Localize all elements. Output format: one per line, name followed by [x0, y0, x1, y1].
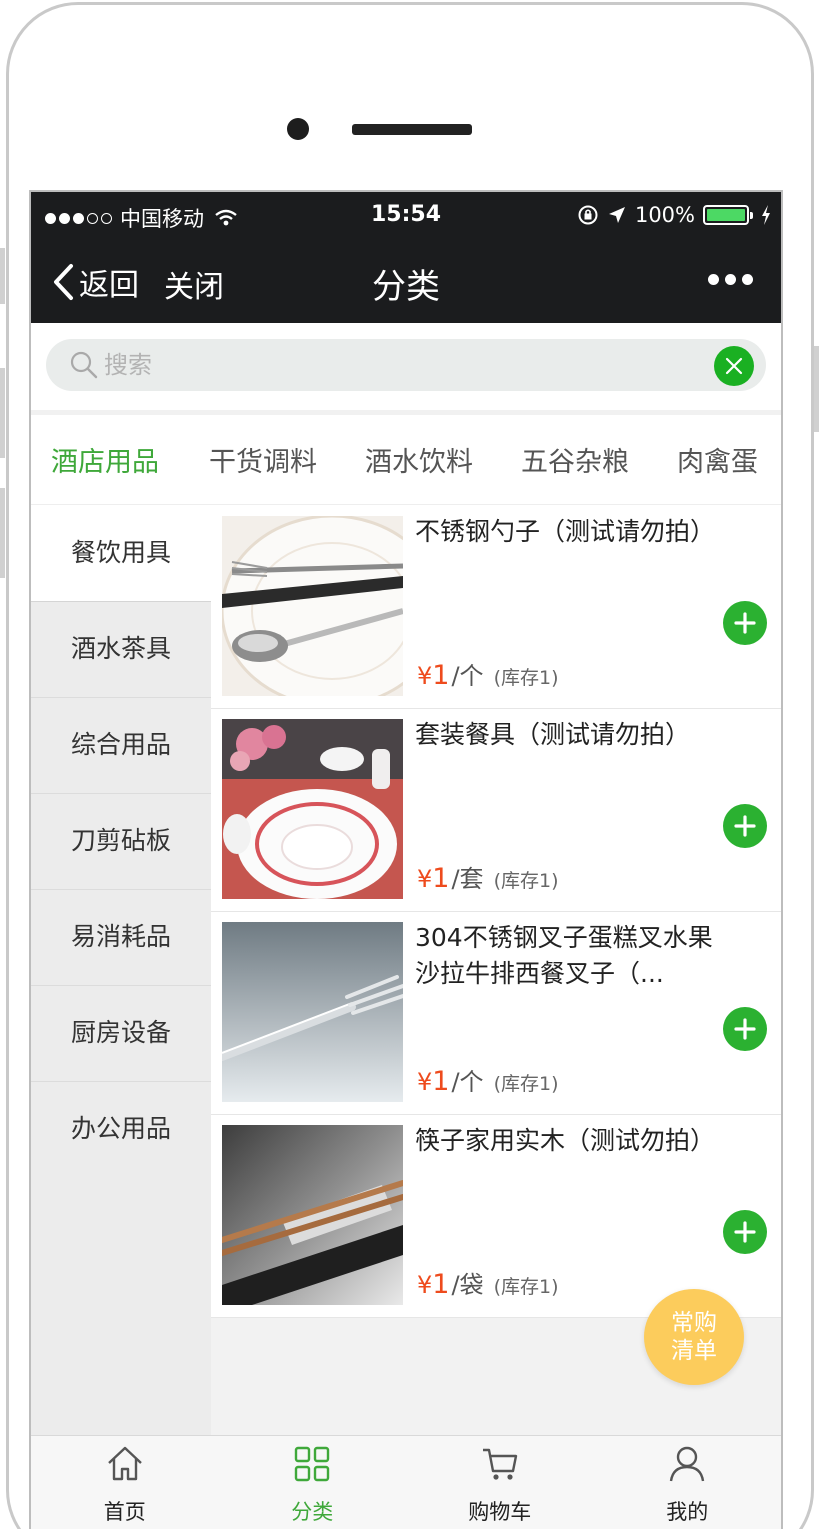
- tab-cart[interactable]: 购物车: [406, 1436, 594, 1529]
- tab-drinks[interactable]: 酒水饮料: [337, 440, 493, 479]
- tab-grains[interactable]: 五谷杂粮: [493, 440, 649, 479]
- phone-side-button: [0, 248, 5, 304]
- navigation-bar: 返回 关闭 分类: [31, 242, 781, 323]
- location-arrow-icon: [607, 205, 627, 225]
- product-item[interactable]: 筷子家用实木（测试勿拍） ¥ 1 /袋 (库存1): [211, 1115, 781, 1318]
- product-price: ¥ 1 /个 (库存1): [417, 656, 558, 691]
- grid-icon: [292, 1444, 332, 1484]
- price-value: 1: [432, 1269, 450, 1300]
- phone-volume-up-button: [0, 368, 5, 458]
- sidebar-item-knives-boards[interactable]: 刀剪砧板: [31, 794, 211, 890]
- product-item[interactable]: 套装餐具（测试请勿拍） ¥ 1 /套 (库存1): [211, 709, 781, 912]
- more-options-button[interactable]: [708, 274, 753, 285]
- tab-category[interactable]: 分类: [219, 1436, 407, 1529]
- tab-category-label: 分类: [291, 1500, 334, 1524]
- add-to-cart-button[interactable]: [723, 804, 767, 848]
- battery-icon: [703, 205, 753, 225]
- user-icon: [667, 1444, 707, 1484]
- product-item[interactable]: 不锈钢勺子（测试请勿拍） ¥ 1 /个 (库存1): [211, 506, 781, 709]
- cart-icon: [480, 1444, 520, 1484]
- price-value: 1: [432, 1066, 450, 1097]
- plus-icon: [734, 612, 756, 634]
- sidebar-item-drinkware[interactable]: 酒水茶具: [31, 602, 211, 698]
- earpiece-speaker: [352, 124, 472, 135]
- stock-count: (库存1): [493, 1276, 559, 1298]
- status-right: 100%: [577, 203, 771, 227]
- tab-home-label: 首页: [103, 1500, 146, 1524]
- tab-hotel-supplies[interactable]: 酒店用品: [31, 440, 179, 479]
- charging-bolt-icon: [761, 205, 771, 225]
- close-icon: [725, 357, 743, 375]
- sidebar-item-office[interactable]: 办公用品: [31, 1082, 211, 1178]
- currency-symbol: ¥: [417, 662, 433, 690]
- product-image-chopsticks: [222, 1125, 403, 1305]
- currency-symbol: ¥: [417, 1068, 433, 1096]
- more-dot-icon: [708, 274, 719, 285]
- front-camera: [287, 118, 309, 140]
- price-value: 1: [432, 660, 450, 691]
- bottom-tab-bar: 首页 分类 购物车 我的: [31, 1435, 781, 1529]
- more-dot-icon: [742, 274, 753, 285]
- product-name[interactable]: 304不锈钢叉子蛋糕叉水果沙拉牛排西餐叉子（...: [415, 920, 731, 992]
- add-to-cart-button[interactable]: [723, 1007, 767, 1051]
- price-unit: /套: [451, 865, 484, 893]
- currency-symbol: ¥: [417, 865, 433, 893]
- search-input[interactable]: [104, 347, 684, 383]
- phone-screen: 中国移动 15:54 100% 返回 关闭 分类 搜索 酒店用品 干货调料 酒水…: [29, 190, 783, 1529]
- sidebar-item-consumables[interactable]: 易消耗品: [31, 890, 211, 986]
- product-name[interactable]: 套装餐具（测试请勿拍）: [415, 717, 731, 753]
- price-unit: /个: [451, 1068, 484, 1096]
- product-image-dinnerware-set: [222, 719, 403, 899]
- tab-profile[interactable]: 我的: [594, 1436, 782, 1529]
- stock-count: (库存1): [493, 870, 559, 892]
- clear-search-button[interactable]: [714, 346, 754, 386]
- home-icon: [105, 1444, 145, 1484]
- add-to-cart-button[interactable]: [723, 1210, 767, 1254]
- search-icon: [70, 351, 98, 383]
- add-to-cart-button[interactable]: [723, 601, 767, 645]
- stock-count: (库存1): [493, 667, 559, 689]
- category-tabs: 酒店用品 干货调料 酒水饮料 五谷杂粮 肉禽蛋: [31, 415, 781, 505]
- sidebar-item-kitchen-equipment[interactable]: 厨房设备: [31, 986, 211, 1082]
- product-image-spoon: [222, 516, 403, 696]
- product-price: ¥ 1 /个 (库存1): [417, 1062, 558, 1097]
- product-price: ¥ 1 /袋 (库存1): [417, 1265, 558, 1300]
- tab-cart-label: 购物车: [468, 1500, 532, 1524]
- product-image-fork: [222, 922, 403, 1102]
- tab-dried-seasonings[interactable]: 干货调料: [179, 440, 337, 479]
- plus-icon: [734, 1221, 756, 1243]
- fab-label-line1: 常购: [671, 1310, 717, 1336]
- tab-profile-label: 我的: [666, 1500, 709, 1524]
- price-unit: /个: [451, 662, 484, 690]
- more-dot-icon: [725, 274, 736, 285]
- product-name[interactable]: 不锈钢勺子（测试请勿拍）: [415, 514, 731, 550]
- rotation-lock-icon: [577, 204, 599, 226]
- tab-meat-poultry-eggs[interactable]: 肉禽蛋: [649, 440, 778, 479]
- search-bar[interactable]: [46, 339, 766, 391]
- phone-volume-down-button: [0, 488, 5, 578]
- sidebar-item-tableware[interactable]: 餐饮用具: [31, 506, 211, 602]
- frequent-purchase-list-button[interactable]: 常购 清单: [644, 1289, 744, 1385]
- status-bar: 中国移动 15:54 100%: [31, 192, 781, 242]
- page-title: 分类: [372, 267, 440, 307]
- currency-symbol: ¥: [417, 1271, 433, 1299]
- phone-power-button: [814, 346, 819, 432]
- search-area: [31, 323, 781, 413]
- price-unit: /袋: [451, 1271, 484, 1299]
- tab-home[interactable]: 首页: [31, 1436, 219, 1529]
- subcategory-sidebar: 餐饮用具 酒水茶具 综合用品 刀剪砧板 易消耗品 厨房设备 办公用品: [31, 506, 211, 1436]
- plus-icon: [734, 815, 756, 837]
- price-value: 1: [432, 863, 450, 894]
- battery-percentage: 100%: [634, 203, 695, 227]
- stock-count: (库存1): [493, 1073, 559, 1095]
- fab-label-line2: 清单: [671, 1338, 717, 1364]
- product-price: ¥ 1 /套 (库存1): [417, 859, 558, 894]
- product-name[interactable]: 筷子家用实木（测试勿拍）: [415, 1123, 731, 1159]
- sidebar-item-general[interactable]: 综合用品: [31, 698, 211, 794]
- plus-icon: [734, 1018, 756, 1040]
- product-item[interactable]: 304不锈钢叉子蛋糕叉水果沙拉牛排西餐叉子（... ¥ 1 /个 (库存1): [211, 912, 781, 1115]
